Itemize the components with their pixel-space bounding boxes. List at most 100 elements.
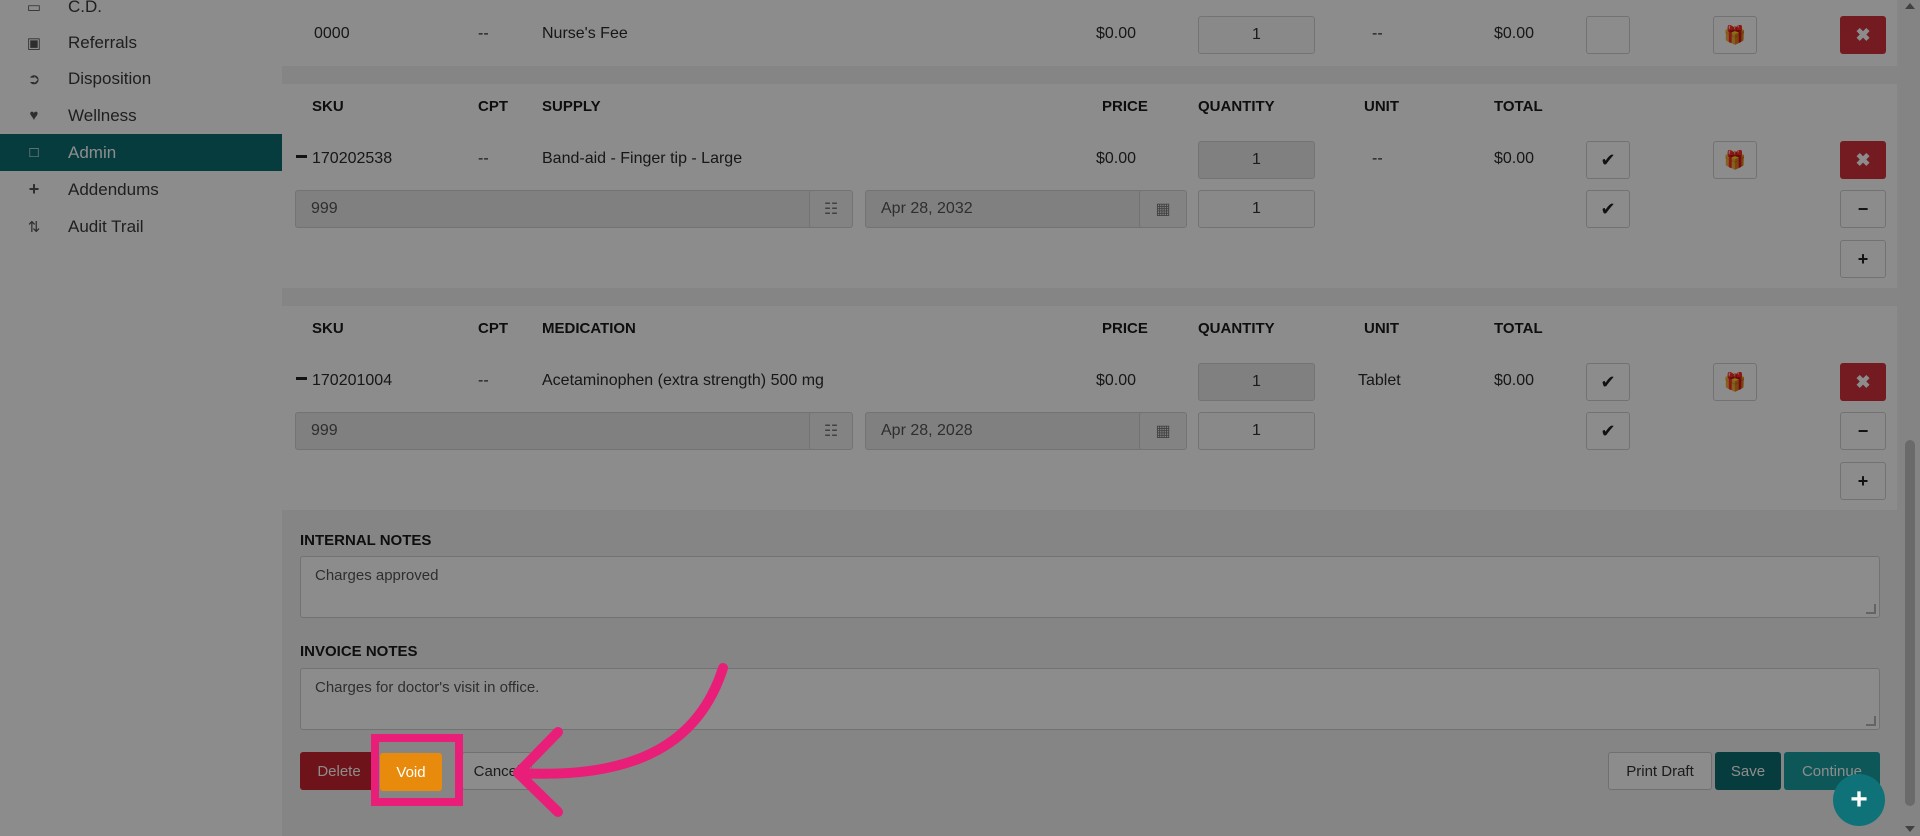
cpt-header: CPT [478,98,508,115]
unit-header: UNIT [1364,98,1399,115]
resize-handle-icon[interactable] [1866,604,1876,614]
save-button[interactable]: Save [1715,752,1781,790]
quantity-input: 1 [1198,363,1315,401]
minus-icon: − [1857,198,1869,219]
quantity-input[interactable]: 1 [1198,16,1315,54]
sku-cell: 0000 [314,25,350,42]
gift-button[interactable]: 🎁 [1713,141,1757,179]
check-icon: ✔ [1600,371,1616,392]
total-cell: $0.00 [1494,150,1535,167]
check-icon: ✔ [1600,420,1616,441]
sidebar-item-label: Referrals [68,32,137,52]
lot-number-input[interactable]: 999 [295,190,813,228]
cancel-button[interactable]: Cancel [462,752,532,790]
remove-item-button[interactable]: ✖ [1840,16,1886,54]
expiry-date-input[interactable]: Apr 28, 2032 [865,190,1147,228]
approve-lot-checkbox[interactable]: ✔ [1586,190,1630,228]
sign-out-icon: ➲ [27,70,41,88]
sidebar-item-cd[interactable]: ▭ C.D. [0,0,282,25]
sidebar-item-wellness[interactable]: ♥ Wellness [0,97,282,134]
medication-panel: SKU CPT MEDICATION PRICE QUANTITY UNIT T… [282,306,1897,510]
medication-header: MEDICATION [542,320,636,337]
sku-cell[interactable]: 170201004 [296,372,392,390]
quantity-header: QUANTITY [1198,98,1275,115]
calendar-icon[interactable]: ▦ [1139,412,1187,450]
sku-header: SKU [312,98,344,115]
supply-header: SUPPLY [542,98,601,115]
plus-icon: + [1857,248,1869,269]
internal-notes-label: INTERNAL NOTES [300,532,432,549]
delete-button[interactable]: Delete [300,752,378,790]
total-header: TOTAL [1494,98,1543,115]
price-cell: $0.00 [1096,150,1137,167]
close-icon: ✖ [1855,371,1871,392]
sku-header: SKU [312,320,344,337]
scroll-down-arrow-icon[interactable] [1905,826,1915,832]
gift-button[interactable]: 🎁 [1713,16,1757,54]
approve-lot-checkbox[interactable]: ✔ [1586,412,1630,450]
print-draft-button[interactable]: Print Draft [1608,752,1712,790]
item-name-cell: Acetaminophen (extra strength) 500 mg [542,372,824,389]
total-cell: $0.00 [1494,25,1535,42]
close-icon: ✖ [1855,149,1871,170]
barcode-icon[interactable]: ☷ [809,190,853,228]
lot-quantity-input[interactable]: 1 [1198,412,1315,450]
total-cell: $0.00 [1494,372,1535,389]
approve-checkbox[interactable]: ✔ [1586,363,1630,401]
expiry-date-input[interactable]: Apr 28, 2028 [865,412,1147,450]
sidebar-item-admin[interactable]: □ Admin [0,134,282,171]
sidebar-item-audit-trail[interactable]: ⇅ Audit Trail [0,208,282,245]
gift-icon: 🎁 [1723,371,1747,392]
price-header: PRICE [1102,98,1148,115]
cpt-cell: -- [478,150,489,167]
remove-item-button[interactable]: ✖ [1840,141,1886,179]
item-name-cell: Nurse's Fee [542,25,628,42]
sidebar-item-disposition[interactable]: ➲ Disposition [0,60,282,97]
scroll-thumb[interactable] [1905,440,1915,806]
resize-handle-icon[interactable] [1866,716,1876,726]
gift-icon: 🎁 [1723,149,1747,170]
gift-button[interactable]: 🎁 [1713,363,1757,401]
sidebar-item-label: Disposition [68,68,152,88]
quantity-input: 1 [1198,141,1315,179]
document-icon: □ [29,144,39,161]
remove-lot-button[interactable]: − [1840,190,1886,228]
quantity-header: QUANTITY [1198,320,1275,337]
price-header: PRICE [1102,320,1148,337]
void-button[interactable]: Void [380,753,442,791]
approve-checkbox[interactable] [1586,16,1630,54]
scrollbar[interactable] [1900,0,1920,836]
close-icon: ✖ [1855,24,1871,45]
internal-notes-input[interactable]: Charges approved [300,556,1880,618]
sku-cell[interactable]: 170202538 [296,150,392,168]
barcode-icon[interactable]: ☷ [809,412,853,450]
lot-quantity-input[interactable]: 1 [1198,190,1315,228]
remove-item-button[interactable]: ✖ [1840,363,1886,401]
invoice-notes-label: INVOICE NOTES [300,643,418,660]
sort-icon: ⇅ [27,218,41,236]
referral-icon: ▣ [26,34,42,52]
sidebar-item-label: Admin [68,142,117,162]
add-fab-button[interactable]: + [1833,774,1885,826]
invoice-notes-input[interactable]: Charges for doctor's visit in office. [300,668,1880,730]
calendar-icon[interactable]: ▦ [1139,190,1187,228]
scroll-up-arrow-icon[interactable] [1905,3,1915,9]
sidebar-item-label: Wellness [68,105,137,125]
unit-header: UNIT [1364,320,1399,337]
approve-checkbox[interactable]: ✔ [1586,141,1630,179]
lot-number-input[interactable]: 999 [295,412,813,450]
sidebar-item-label: Addendums [68,179,159,199]
remove-lot-button[interactable]: − [1840,412,1886,450]
check-icon: ✔ [1600,149,1616,170]
collapse-icon [296,155,307,159]
gift-icon: 🎁 [1723,24,1747,45]
unit-cell: -- [1372,25,1383,42]
sidebar-item-addendums[interactable]: + Addendums [0,171,282,208]
price-cell: $0.00 [1096,372,1137,389]
sidebar-item-referrals[interactable]: ▣ Referrals [0,24,282,61]
ambulance-icon: ▭ [26,0,42,16]
add-lot-button[interactable]: + [1840,240,1886,278]
cpt-cell: -- [478,25,489,42]
item-name-cell: Band-aid - Finger tip - Large [542,150,743,167]
add-lot-button[interactable]: + [1840,462,1886,500]
